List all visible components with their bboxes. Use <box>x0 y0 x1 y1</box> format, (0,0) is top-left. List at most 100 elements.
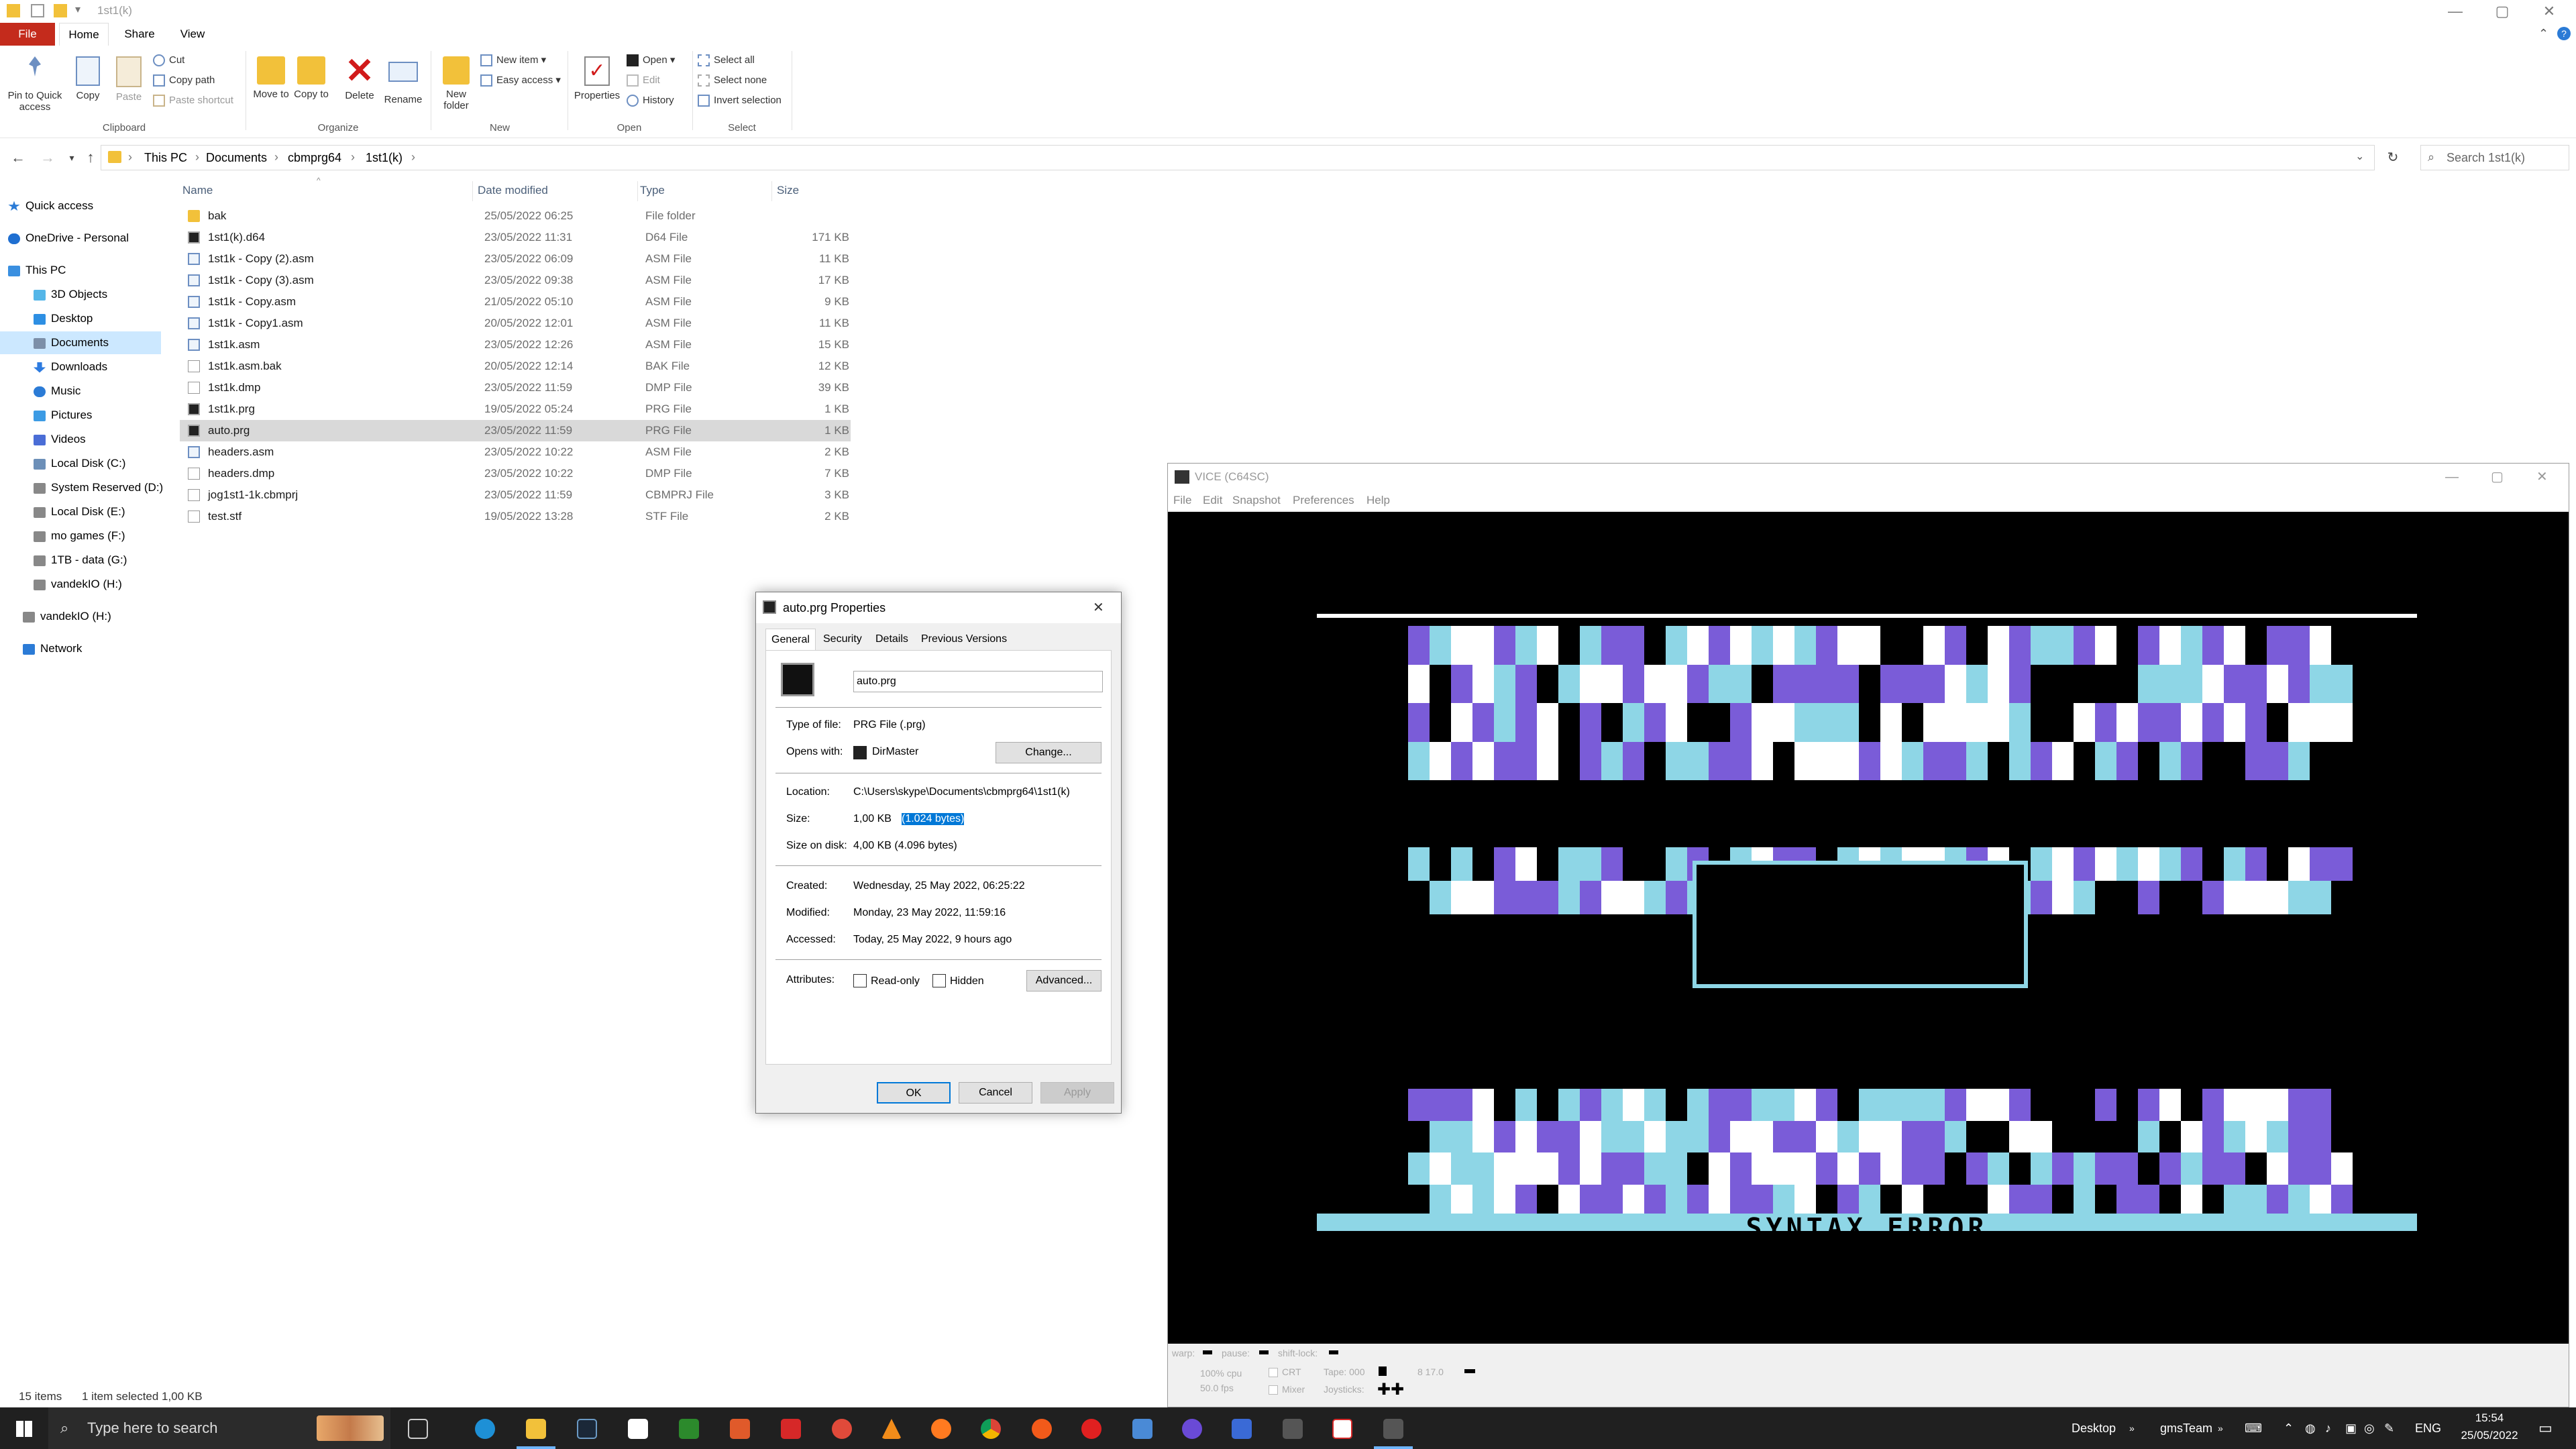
steam-icon[interactable] <box>577 1419 597 1439</box>
nav-item-onedrive[interactable]: OneDrive - Personal <box>8 227 169 250</box>
new-folder-button[interactable]: New folder <box>437 56 475 111</box>
breadcrumb-this-pc[interactable]: This PC <box>144 151 187 165</box>
breadcrumb-1st1k[interactable]: 1st1(k) <box>366 151 402 165</box>
recent-locations-chevron-icon[interactable]: ▾ <box>62 148 82 168</box>
chrome-icon[interactable] <box>981 1419 1001 1439</box>
nav-item-vandekio-h[interactable]: vandekIO (H:) <box>34 573 195 596</box>
new-folder-icon[interactable] <box>54 4 67 17</box>
c64-display[interactable]: SYNTAX ERROR <box>1168 512 2569 1344</box>
history-button[interactable]: History <box>627 93 674 109</box>
tray-app-icon[interactable]: ▣ <box>2345 1407 2357 1449</box>
warp-indicator[interactable] <box>1203 1350 1212 1354</box>
help-icon[interactable]: ? <box>2557 27 2571 40</box>
nvidia-icon[interactable] <box>679 1419 699 1439</box>
nav-item-quick-access[interactable]: Quick access <box>8 195 169 217</box>
file-row[interactable]: 1st1k.dmp 23/05/2022 11:59 DMP File 39 KB <box>180 377 851 398</box>
crt-checkbox[interactable] <box>1269 1368 1278 1377</box>
keyboard-icon[interactable]: ⌨ <box>2245 1407 2262 1449</box>
app-icon[interactable] <box>781 1419 801 1439</box>
nav-item-downloads[interactable]: Downloads <box>34 356 195 378</box>
close-icon[interactable]: ✕ <box>2522 0 2576 23</box>
task-view-icon[interactable] <box>408 1419 428 1439</box>
column-divider[interactable] <box>637 181 638 201</box>
refresh-icon[interactable]: ↻ <box>2383 148 2403 168</box>
nav-item-local-disk-e[interactable]: Local Disk (E:) <box>34 500 195 523</box>
cancel-button[interactable]: Cancel <box>959 1082 1032 1104</box>
invert-selection-button[interactable]: Invert selection <box>698 93 782 109</box>
minimize-icon[interactable]: — <box>2445 464 2459 490</box>
move-to-button[interactable]: Move to <box>252 56 290 100</box>
nav-item-videos[interactable]: Videos <box>34 428 195 451</box>
close-icon[interactable]: ✕ <box>2536 464 2548 490</box>
column-header-type[interactable]: Type <box>640 184 665 197</box>
column-divider[interactable] <box>472 181 473 201</box>
menu-file[interactable]: File <box>1173 490 1191 511</box>
pin-to-quick-access-button[interactable]: Pin to Quick access <box>4 56 66 113</box>
tab-file[interactable]: File <box>0 23 55 46</box>
menu-snapshot[interactable]: Snapshot <box>1232 490 1281 511</box>
language-indicator[interactable]: ENG <box>2415 1407 2441 1449</box>
file-row[interactable]: jog1st1-1k.cbmprj 23/05/2022 11:59 CBMPRJ … <box>180 484 851 506</box>
address-dropdown-chevron-icon[interactable]: ⌄ <box>2355 150 2364 163</box>
windows-start-icon[interactable] <box>16 1421 32 1437</box>
change-button[interactable]: Change... <box>996 742 1102 763</box>
app-icon[interactable] <box>1332 1419 1352 1439</box>
properties-check-icon[interactable] <box>31 4 44 17</box>
tray-app-icon[interactable]: ✎ <box>2384 1407 2394 1449</box>
column-header-size[interactable]: Size <box>777 184 799 197</box>
edit-button[interactable]: Edit <box>627 72 660 89</box>
team-toolbar[interactable]: gmsTeam <box>2160 1407 2212 1449</box>
tab-previous-versions[interactable]: Previous Versions <box>916 629 1012 650</box>
pause-indicator[interactable] <box>1259 1350 1269 1354</box>
nav-item-music[interactable]: Music <box>34 380 195 402</box>
address-bar[interactable]: › This PC › Documents › cbmprg64 › 1st1(… <box>101 145 2375 170</box>
column-header-date-modified[interactable]: Date modified <box>478 184 548 197</box>
rename-button[interactable]: Rename <box>382 56 424 105</box>
menu-edit[interactable]: Edit <box>1203 490 1222 511</box>
maximize-icon[interactable]: ▢ <box>2491 464 2504 490</box>
calculator-icon[interactable] <box>1132 1419 1152 1439</box>
select-none-button[interactable]: Select none <box>698 72 767 89</box>
file-row[interactable]: headers.dmp 23/05/2022 10:22 DMP File 7 KB <box>180 463 851 484</box>
show-hidden-icons-chevron-icon[interactable]: ⌃ <box>2284 1407 2294 1449</box>
tab-security[interactable]: Security <box>818 629 867 650</box>
taskbar-search-box[interactable]: ⌕ Type here to search <box>48 1407 390 1449</box>
ribbon-collapse-icon[interactable]: ⌃ <box>2538 27 2548 41</box>
notifications-icon[interactable]: ▭ <box>2538 1407 2553 1449</box>
file-row[interactable]: 1st1k.asm.bak 20/05/2022 12:14 BAK File 12 … <box>180 356 851 377</box>
file-explorer-icon[interactable] <box>526 1419 546 1439</box>
nav-item-1tb-data-g[interactable]: 1TB - data (G:) <box>34 549 195 572</box>
toolbar-chevron-icon[interactable]: » <box>2218 1407 2223 1449</box>
tab-general[interactable]: General <box>765 629 816 650</box>
nav-item-local-disk-c[interactable]: Local Disk (C:) <box>34 452 195 475</box>
new-item-button[interactable]: New item ▾ <box>480 52 546 68</box>
forward-arrow-icon[interactable]: → <box>38 148 58 168</box>
vice-icon[interactable] <box>1383 1419 1403 1439</box>
up-arrow-icon[interactable]: ↑ <box>80 148 101 168</box>
nav-item-this-pc[interactable]: This PC <box>8 259 169 282</box>
file-row[interactable]: test.stf 19/05/2022 13:28 STF File 2 KB <box>180 506 851 527</box>
app-icon[interactable] <box>1232 1419 1252 1439</box>
file-row[interactable]: 1st1(k).d64 23/05/2022 11:31 D64 File 171 K… <box>180 227 851 248</box>
firefox-icon[interactable] <box>931 1419 951 1439</box>
cut-button[interactable]: Cut <box>153 52 184 68</box>
copy-to-button[interactable]: Copy to <box>292 56 330 100</box>
maximize-icon[interactable]: ▢ <box>2475 0 2529 23</box>
breadcrumb-documents[interactable]: Documents <box>206 151 267 165</box>
nav-item-3d-objects[interactable]: 3D Objects <box>34 283 195 306</box>
size-bytes-selected[interactable]: (1.024 bytes) <box>902 813 965 825</box>
close-icon[interactable]: ✕ <box>1093 592 1104 623</box>
menu-help[interactable]: Help <box>1366 490 1390 511</box>
nav-item-vandekio-h-root[interactable]: vandekIO (H:) <box>23 605 184 628</box>
file-row[interactable]: 1st1k - Copy (2).asm 23/05/2022 06:09 ASM … <box>180 248 851 270</box>
volume-icon[interactable]: ♪ <box>2325 1407 2331 1449</box>
column-header-name[interactable]: Name <box>182 184 213 197</box>
tab-home[interactable]: Home <box>59 23 109 46</box>
nav-item-documents[interactable]: Documents <box>0 331 161 354</box>
shift-lock-indicator[interactable] <box>1329 1350 1338 1354</box>
app-icon[interactable] <box>1182 1419 1202 1439</box>
apply-button[interactable]: Apply <box>1040 1082 1114 1104</box>
file-row[interactable]: headers.asm 23/05/2022 10:22 ASM File 2 KB <box>180 441 851 463</box>
desktop-toolbar[interactable]: Desktop <box>2072 1407 2116 1449</box>
file-row[interactable]: 1st1k - Copy1.asm 20/05/2022 12:01 ASM Fil… <box>180 313 851 334</box>
